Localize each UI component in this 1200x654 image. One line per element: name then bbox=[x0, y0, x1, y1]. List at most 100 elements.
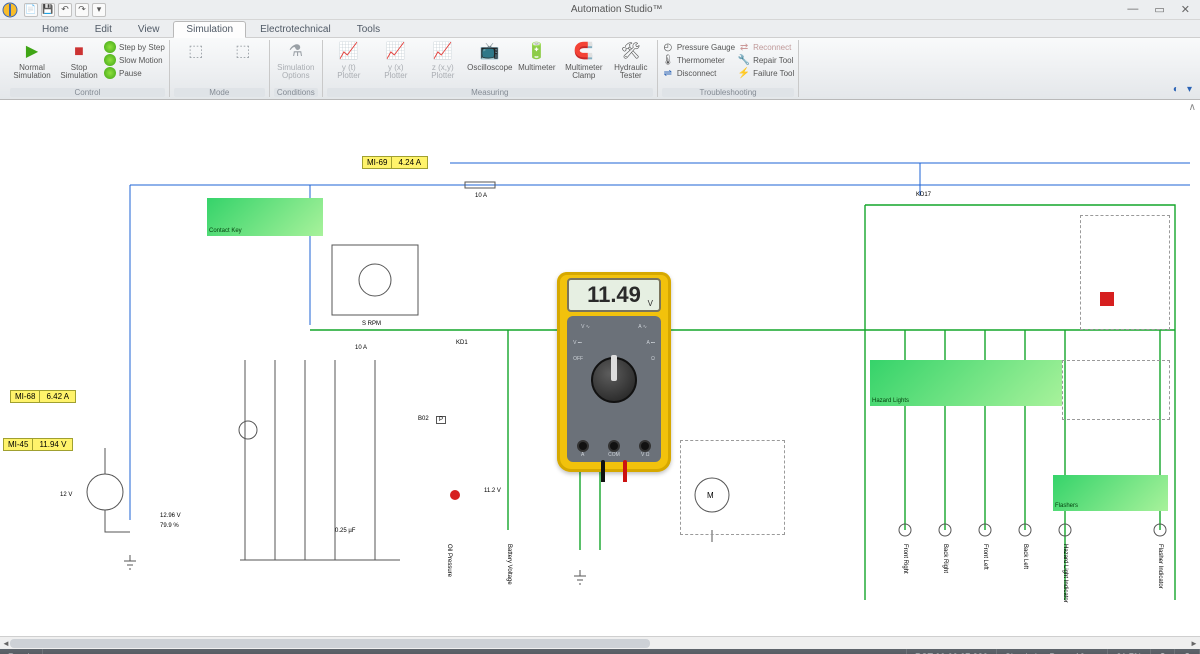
scroll-thumb[interactable] bbox=[10, 639, 650, 648]
gauge-icon: ◴ bbox=[662, 41, 674, 53]
status-zoom[interactable]: 21.7% bbox=[1108, 649, 1151, 654]
pause-button[interactable]: Pause bbox=[104, 67, 165, 79]
pause-label: Pause bbox=[119, 69, 142, 78]
mm-mode-aac: A ∿ bbox=[638, 324, 647, 330]
highlight-hazard-lights[interactable]: Hazard Lights bbox=[870, 360, 1062, 406]
lamp3-label: Front Left bbox=[982, 544, 988, 570]
group-title-conditions: Conditions bbox=[274, 88, 318, 97]
group-title-mode: Mode bbox=[174, 88, 265, 97]
motor-letter: M bbox=[707, 491, 714, 500]
tab-simulation[interactable]: Simulation bbox=[173, 21, 246, 38]
repair-tool-button[interactable]: 🔧Repair Tool bbox=[738, 54, 794, 66]
group-title-troubleshooting: Troubleshooting bbox=[662, 88, 794, 97]
thermometer-icon: 🌡 bbox=[662, 54, 674, 66]
horizontal-scrollbar[interactable]: ◄ ► bbox=[0, 636, 1200, 649]
oscilloscope-icon: 📺 bbox=[479, 41, 501, 63]
ribbon: ▶ Normal Simulation ■ Stop Simulation St… bbox=[0, 38, 1200, 100]
fuse1-label: 10 A bbox=[475, 193, 487, 199]
tab-edit[interactable]: Edit bbox=[83, 22, 124, 37]
mm-port-a[interactable] bbox=[577, 440, 589, 452]
mode-icon-1: ⬚ bbox=[185, 41, 207, 63]
osc-label: Oscilloscope bbox=[467, 64, 512, 72]
pressure-gauge-button[interactable]: ◴Pressure Gauge bbox=[662, 41, 735, 53]
qat-btn-2[interactable]: 💾 bbox=[41, 3, 55, 17]
pause-icon bbox=[104, 67, 116, 79]
tab-tools[interactable]: Tools bbox=[345, 22, 392, 37]
mm-port-vohm[interactable] bbox=[639, 440, 651, 452]
multimeter-dial[interactable] bbox=[591, 357, 637, 403]
highlight-flashers[interactable]: Flashers bbox=[1053, 475, 1168, 511]
yx-plotter-button[interactable]: 📈y (x) Plotter bbox=[374, 41, 418, 81]
tab-home[interactable]: Home bbox=[30, 22, 81, 37]
mi45-name: MI-45 bbox=[3, 438, 33, 451]
status-spacer bbox=[43, 649, 907, 654]
mode-button-2[interactable]: ⬚ bbox=[221, 41, 265, 63]
qat-btn-3[interactable]: ↶ bbox=[58, 3, 72, 17]
zxy-plotter-button[interactable]: 📈z (x,y) Plotter bbox=[421, 41, 465, 81]
normal-simulation-button[interactable]: ▶ Normal Simulation bbox=[10, 41, 54, 81]
help-icon[interactable]: ◐ bbox=[1173, 84, 1179, 95]
yt-plotter-button[interactable]: 📈y (t) Plotter bbox=[327, 41, 371, 81]
mi69-name: MI-69 bbox=[362, 156, 392, 169]
failure-tool-button[interactable]: ⚡Failure Tool bbox=[738, 67, 794, 79]
status-zoom-out[interactable]: ⊖ bbox=[1151, 649, 1176, 654]
app-title: Automation Studio™ bbox=[106, 4, 1127, 15]
lamp5-label: Hazard Light Indicator bbox=[1062, 544, 1068, 603]
disconnect-label: Disconnect bbox=[677, 69, 717, 78]
mm-port-a-label: A bbox=[577, 452, 589, 458]
status-bar: Ready RST 00:00:07.230 Simulation Pace: … bbox=[0, 649, 1200, 654]
ribbon-group-measuring: 📈y (t) Plotter 📈y (x) Plotter 📈z (x,y) P… bbox=[323, 40, 658, 97]
repair-icon: 🔧 bbox=[738, 54, 750, 66]
multimeter-button[interactable]: 🔋Multimeter bbox=[515, 41, 559, 72]
help-dropdown-icon[interactable]: ▾ bbox=[1187, 84, 1192, 95]
flashers-label: Flashers bbox=[1055, 503, 1078, 509]
mm-port-com[interactable] bbox=[608, 440, 620, 452]
mm-label: Multimeter bbox=[518, 64, 555, 72]
p-box-label: P bbox=[436, 416, 446, 424]
multimeter-clamp-button[interactable]: 🧲Multimeter Clamp bbox=[562, 41, 606, 81]
qat-btn-5[interactable]: ▾ bbox=[92, 3, 106, 17]
mm-port-com-label: COM bbox=[608, 452, 620, 458]
mm-port-vohm-label: V Ω bbox=[639, 452, 651, 458]
lamp6-label: Flasher Indicator bbox=[1157, 544, 1163, 589]
alt-voltage-label: 12.96 V bbox=[160, 513, 181, 519]
pressure-label: Pressure Gauge bbox=[677, 43, 735, 52]
qat-btn-4[interactable]: ↷ bbox=[75, 3, 89, 17]
schematic-canvas[interactable]: MI-69 4.24 A MI-68 6.42 A MI-45 11.94 V … bbox=[0, 100, 1200, 636]
slow-motion-button[interactable]: Slow Motion bbox=[104, 54, 165, 66]
reconnect-button[interactable]: ⇄Reconnect bbox=[738, 41, 794, 53]
multimeter-instrument[interactable]: 11.49 V OFF V ⎓ V ∿ A ∿ A ⎓ Ω A bbox=[557, 272, 671, 472]
close-button[interactable]: ✕ bbox=[1181, 3, 1190, 16]
mm-lead-red[interactable] bbox=[623, 460, 627, 482]
measurement-mi69[interactable]: MI-69 4.24 A bbox=[362, 156, 428, 169]
failure-label: Failure Tool bbox=[753, 69, 794, 78]
disconnect-button[interactable]: ⇌Disconnect bbox=[662, 67, 735, 79]
maximize-button[interactable]: ▭ bbox=[1154, 3, 1164, 16]
clamp-label: Multimeter Clamp bbox=[565, 64, 602, 81]
dashed-relay-box bbox=[1062, 360, 1170, 420]
hydraulic-tester-button[interactable]: 🛠Hydraulic Tester bbox=[609, 41, 653, 81]
thermometer-button[interactable]: 🌡Thermometer bbox=[662, 54, 735, 66]
highlight-contact-key[interactable]: Contact Key bbox=[207, 198, 323, 236]
mi68-value: 6.42 A bbox=[40, 390, 76, 403]
scroll-right-arrow[interactable]: ► bbox=[1188, 637, 1200, 650]
minimize-button[interactable]: — bbox=[1127, 3, 1138, 16]
flask-icon: ⚗ bbox=[285, 41, 307, 63]
measurement-mi68[interactable]: MI-68 6.42 A bbox=[10, 390, 76, 403]
step-by-step-button[interactable]: Step by Step bbox=[104, 41, 165, 53]
batt-label: Battery Voltage bbox=[506, 544, 512, 585]
simulation-options-button[interactable]: ⚗ Simulation Options bbox=[274, 41, 318, 81]
oscilloscope-button[interactable]: 📺Oscilloscope bbox=[468, 41, 512, 72]
ribbon-group-troubleshooting: ◴Pressure Gauge 🌡Thermometer ⇌Disconnect… bbox=[658, 40, 799, 97]
zxy-label: z (x,y) Plotter bbox=[431, 64, 454, 81]
voltage-src-label: 12 V bbox=[60, 492, 72, 498]
tab-electro[interactable]: Electrotechnical bbox=[248, 22, 343, 37]
tab-view[interactable]: View bbox=[126, 22, 172, 37]
mode-button-1[interactable]: ⬚ bbox=[174, 41, 218, 63]
kd17-label: KD17 bbox=[916, 192, 931, 198]
qat-btn-1[interactable]: 📄 bbox=[24, 3, 38, 17]
stop-simulation-button[interactable]: ■ Stop Simulation bbox=[57, 41, 101, 81]
mm-lead-black[interactable] bbox=[601, 460, 605, 482]
measurement-mi45[interactable]: MI-45 11.94 V bbox=[3, 438, 73, 451]
status-pace: Simulation Pace: 10 ms bbox=[997, 649, 1109, 654]
